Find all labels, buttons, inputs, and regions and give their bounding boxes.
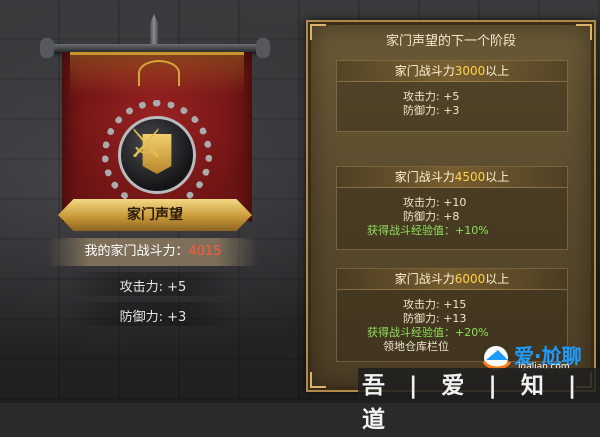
tier-header: 家门战斗力4500以上 <box>337 167 567 188</box>
tier-threshold: 4500 <box>454 170 486 184</box>
tier-threshold: 3000 <box>454 64 486 78</box>
my-family-power: 我的家门战斗力：4015 <box>48 238 258 266</box>
power-label: 我的家门战斗力： <box>84 244 189 259</box>
panel-corner-icon <box>310 372 326 388</box>
tier-bonus-line: 攻击力: +5 <box>403 90 460 103</box>
power-value: 4015 <box>188 244 222 259</box>
tier-card: 家门战斗力3000以上 攻击力: +5 防御力: +3 <box>336 60 568 132</box>
banner-title: 家门声望 <box>127 207 183 223</box>
tier-bonus-line: 防御力: +13 <box>403 312 467 325</box>
tier-bonus-line: 防御力: +8 <box>403 210 460 223</box>
crossed-swords-icon: ⚔ <box>128 121 164 167</box>
banner-ornament-icon <box>138 60 180 86</box>
attack-stat: 攻击力: +5 <box>119 280 187 295</box>
defense-stat: 防御力: +3 <box>119 310 187 325</box>
pole-knob-left-icon <box>40 38 54 58</box>
tier-header-suffix: 以上 <box>485 272 510 286</box>
tier-header-suffix: 以上 <box>485 64 510 78</box>
tier-threshold: 6000 <box>454 272 486 286</box>
tier-card: 家门战斗力4500以上 攻击力: +10 防御力: +8 获得战斗经验值：+10… <box>336 166 568 250</box>
pole-knob-right-icon <box>256 38 270 58</box>
tier-header: 家门战斗力6000以上 <box>337 269 567 290</box>
banner-pole <box>46 44 264 52</box>
tier-header: 家门战斗力3000以上 <box>337 61 567 82</box>
tier-header-prefix: 家门战斗力 <box>394 170 455 184</box>
watermark-text: 吾 | 爱 | 知 | 道 <box>362 373 585 433</box>
tier-header-suffix: 以上 <box>485 170 510 184</box>
tier-header-prefix: 家门战斗力 <box>394 272 455 286</box>
panel-title: 家门声望的下一个阶段 <box>385 34 516 49</box>
tier-bonus-line: 获得战斗经验值：+10% <box>367 224 489 237</box>
tier-header-prefix: 家门战斗力 <box>394 64 455 78</box>
tier-bonus-line: 攻击力: +15 <box>403 298 467 311</box>
tier-bonus-line: 攻击力: +10 <box>403 196 467 209</box>
tier-bonus-line: 获得战斗经验值：+20% <box>367 326 489 339</box>
tier-bonus-line: 防御力: +3 <box>403 104 460 117</box>
